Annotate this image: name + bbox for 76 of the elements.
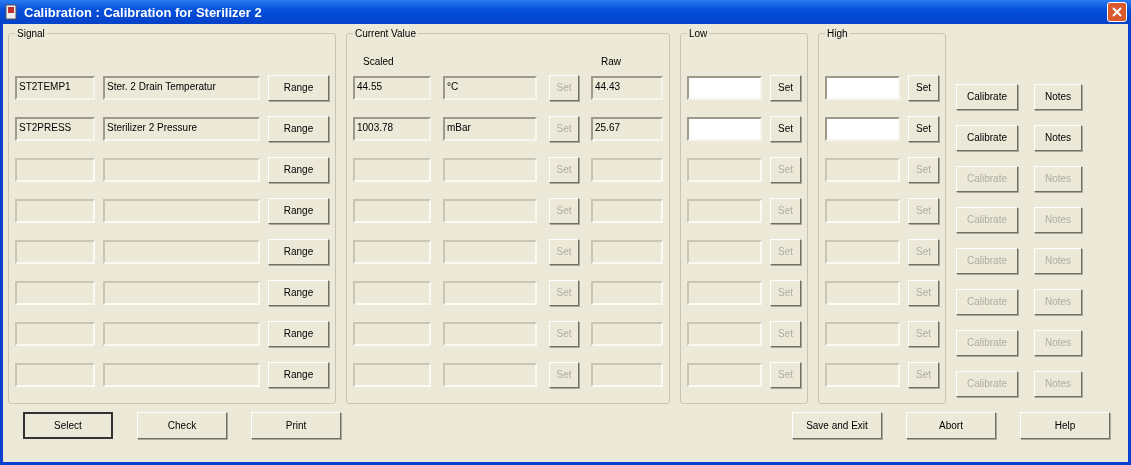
- footer-button[interactable]: Print: [251, 412, 341, 439]
- set-button[interactable]: Set: [908, 238, 939, 265]
- set-button[interactable]: Set: [770, 74, 801, 101]
- unit-field: °C: [443, 75, 537, 100]
- range-button[interactable]: Range: [268, 156, 329, 183]
- column-header: Raw: [601, 56, 621, 67]
- notes-button[interactable]: Notes: [1034, 288, 1082, 315]
- set-button[interactable]: Set: [770, 156, 801, 183]
- footer-button[interactable]: Abort: [906, 412, 996, 439]
- set-button[interactable]: Set: [770, 115, 801, 142]
- set-button[interactable]: Set: [908, 279, 939, 306]
- set-button[interactable]: Set: [908, 74, 939, 101]
- footer-button[interactable]: Select: [23, 412, 113, 439]
- range-button[interactable]: Range: [268, 279, 329, 306]
- set-button[interactable]: Set: [908, 320, 939, 347]
- input-field[interactable]: [687, 75, 762, 100]
- footer-button[interactable]: Save and Exit: [792, 412, 882, 439]
- app-icon: [4, 4, 18, 20]
- raw-field: 25.67: [591, 116, 663, 141]
- notes-button[interactable]: Notes: [1034, 329, 1082, 356]
- set-button[interactable]: Set: [908, 156, 939, 183]
- calibrate-button[interactable]: Calibrate: [956, 83, 1018, 110]
- notes-button[interactable]: Notes: [1034, 370, 1082, 397]
- group-label: Low: [688, 28, 709, 39]
- range-button[interactable]: Range: [268, 115, 329, 142]
- notes-button[interactable]: Notes: [1034, 124, 1082, 151]
- calibrate-button[interactable]: Calibrate: [956, 124, 1018, 151]
- raw-field: [591, 280, 663, 305]
- set-button[interactable]: Set: [770, 361, 801, 388]
- input-field[interactable]: [825, 116, 900, 141]
- notes-button[interactable]: Notes: [1034, 247, 1082, 274]
- range-button[interactable]: Range: [268, 197, 329, 224]
- notes-button[interactable]: Notes: [1034, 165, 1082, 192]
- tag-field: ST2PRESS: [15, 116, 95, 141]
- raw-field: 44.43: [591, 75, 663, 100]
- range-button[interactable]: Range: [268, 361, 329, 388]
- group-label: Current Value: [354, 28, 417, 39]
- notes-button[interactable]: Notes: [1034, 206, 1082, 233]
- description-field: Sterilizer 2 Pressure: [103, 116, 260, 141]
- description-field: Ster. 2 Drain Temperatur: [103, 75, 260, 100]
- set-button[interactable]: Set: [908, 115, 939, 142]
- raw-field: [591, 362, 663, 387]
- raw-field: [591, 239, 663, 264]
- footer-button[interactable]: Check: [137, 412, 227, 439]
- input-field[interactable]: [687, 116, 762, 141]
- calibrate-button[interactable]: Calibrate: [956, 247, 1018, 274]
- range-button[interactable]: Range: [268, 74, 329, 101]
- calibrate-button[interactable]: Calibrate: [956, 165, 1018, 192]
- set-button[interactable]: Set: [770, 238, 801, 265]
- raw-field: [591, 321, 663, 346]
- footer-button[interactable]: Help: [1020, 412, 1110, 439]
- scaled-field: 1003.78: [353, 116, 431, 141]
- input-field[interactable]: [825, 75, 900, 100]
- set-button[interactable]: Set: [770, 279, 801, 306]
- set-button[interactable]: Set: [770, 197, 801, 224]
- raw-field: [591, 198, 663, 223]
- calibrate-button[interactable]: Calibrate: [956, 288, 1018, 315]
- column-header: Scaled: [363, 56, 395, 67]
- set-button[interactable]: Set: [908, 197, 939, 224]
- close-button[interactable]: [1107, 2, 1127, 22]
- calibrate-button[interactable]: Calibrate: [956, 370, 1018, 397]
- range-button[interactable]: Range: [268, 238, 329, 265]
- tag-field: ST2TEMP1: [15, 75, 95, 100]
- group-label: Signal: [16, 28, 46, 39]
- set-button[interactable]: Set: [908, 361, 939, 388]
- close-icon: [1111, 6, 1123, 18]
- set-button[interactable]: Set: [770, 320, 801, 347]
- notes-button[interactable]: Notes: [1034, 83, 1082, 110]
- scaled-field: 44.55: [353, 75, 431, 100]
- raw-field: [591, 157, 663, 182]
- unit-field: mBar: [443, 116, 537, 141]
- group-label: High: [826, 28, 849, 39]
- calibrate-button[interactable]: Calibrate: [956, 206, 1018, 233]
- calibrate-button[interactable]: Calibrate: [956, 329, 1018, 356]
- range-button[interactable]: Range: [268, 320, 329, 347]
- window-title: Calibration : Calibration for Sterilizer 2: [24, 4, 263, 20]
